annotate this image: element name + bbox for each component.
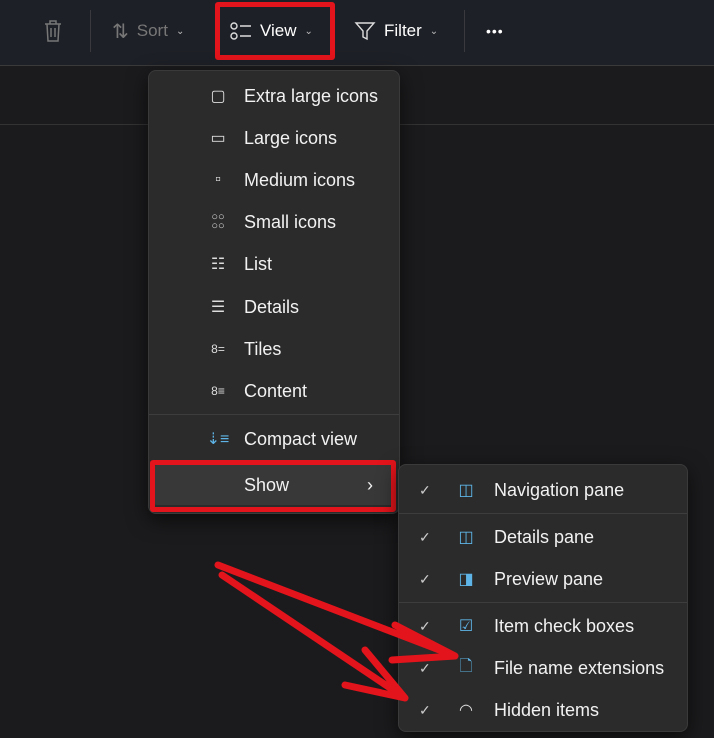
annotation-arrows xyxy=(214,561,459,702)
arrow-to-file-extensions xyxy=(214,561,459,664)
arrow-to-hidden-items xyxy=(218,571,409,702)
